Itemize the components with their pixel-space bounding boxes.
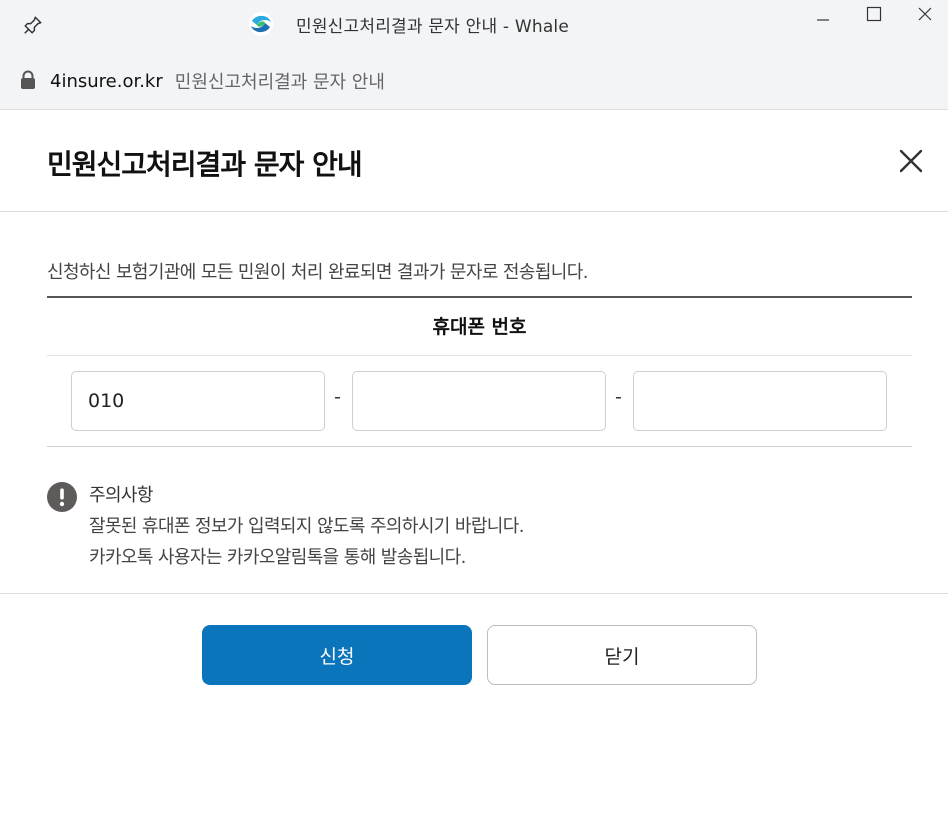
notice-line: 잘못된 휴대폰 정보가 입력되지 않도록 주의하시기 바랍니다.: [89, 516, 524, 537]
notice-text: 주의사항 잘못된 휴대폰 정보가 입력되지 않도록 주의하시기 바랍니다. 카카…: [89, 480, 524, 573]
pin-icon[interactable]: [18, 10, 48, 40]
modal-title: 민원신고처리결과 문자 안내: [47, 148, 363, 181]
url-page-title: 민원신고처리결과 문자 안내: [174, 72, 385, 93]
window-titlebar: 민원신고처리결과 문자 안내 - Whale: [0, 0, 948, 50]
url-domain: 4insure.or.kr: [50, 70, 163, 92]
minimize-icon: [817, 19, 829, 21]
notice-title: 주의사항: [89, 485, 153, 506]
phone-label: 휴대폰 번호: [47, 296, 912, 356]
modal-close-button[interactable]: [896, 146, 926, 176]
phone-part3-input[interactable]: [633, 371, 887, 431]
lock-icon[interactable]: [19, 70, 37, 90]
window-title-area: 민원신고처리결과 문자 안내 - Whale: [248, 9, 569, 39]
phone-input-row: - -: [47, 356, 912, 447]
phone-part1-input[interactable]: [71, 371, 325, 431]
phone-separator: -: [615, 386, 622, 408]
exclamation-icon: [47, 482, 77, 512]
description-text: 신청하신 보험기관에 모든 민원이 처리 완료되면 결과가 문자로 전송됩니다.: [47, 258, 912, 298]
close-button[interactable]: 닫기: [487, 625, 757, 685]
whale-logo-icon: [249, 12, 273, 36]
maximize-button[interactable]: [851, 0, 897, 28]
window-close-button[interactable]: [902, 0, 948, 28]
phone-separator: -: [334, 386, 341, 408]
maximize-icon: [866, 6, 882, 22]
phone-part2-input[interactable]: [352, 371, 606, 431]
window-title: 민원신고처리결과 문자 안내 - Whale: [296, 16, 570, 37]
url-display[interactable]: 4insure.or.kr 민원신고처리결과 문자 안내: [50, 68, 385, 94]
close-icon: [899, 149, 923, 173]
minimize-button[interactable]: [800, 0, 846, 28]
modal-header: 민원신고처리결과 문자 안내: [0, 111, 948, 212]
footer-divider: [0, 593, 948, 594]
apply-button[interactable]: 신청: [202, 625, 472, 685]
window-close-icon: [918, 7, 932, 21]
address-bar: 4insure.or.kr 민원신고처리결과 문자 안내: [0, 50, 948, 110]
notice-line: 카카오톡 사용자는 카카오알림톡을 통해 발송됩니다.: [89, 547, 466, 568]
